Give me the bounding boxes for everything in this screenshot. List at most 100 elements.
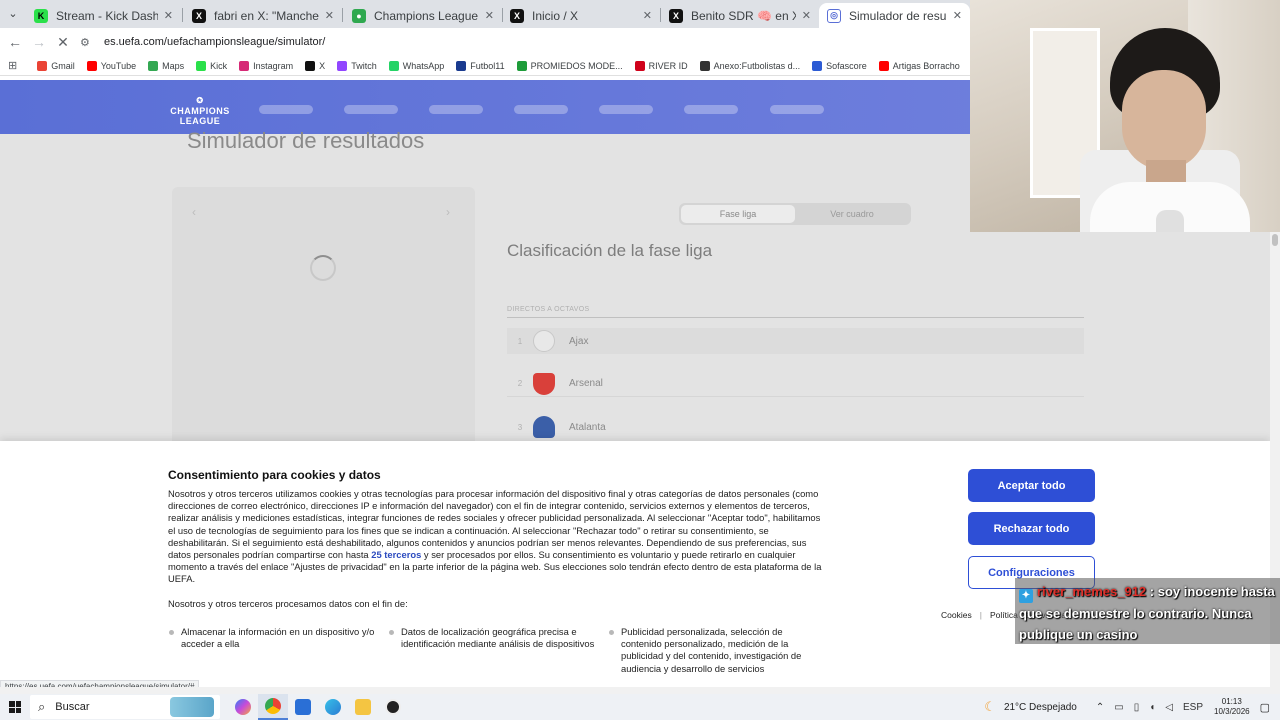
bookmark-item[interactable]: Artigas Borracho (878, 60, 960, 71)
nav-item-placeholder[interactable] (684, 105, 738, 114)
tab-x-inicio[interactable]: X Inicio / X ✕ (502, 3, 660, 28)
purpose-item: Publicidad personalizada, selección de c… (608, 626, 818, 675)
bookmark-item[interactable]: X (305, 60, 326, 71)
cookies-link[interactable]: Cookies (941, 610, 972, 620)
nav-item-placeholder[interactable] (259, 105, 313, 114)
close-tab-icon[interactable]: ✕ (643, 9, 652, 22)
bookmark-item[interactable]: Maps (148, 60, 184, 71)
microphone-icon[interactable]: ◖ (1149, 702, 1155, 713)
input-language[interactable]: ESP (1183, 702, 1203, 713)
bookmark-favicon-icon (699, 60, 710, 71)
bookmark-item[interactable]: YouTube (86, 60, 137, 71)
tab-title: Champions League - POSICIONES (374, 8, 479, 23)
tab-title: Simulador de resultados | UEFA (849, 8, 947, 23)
horizontal-scrollbar[interactable] (0, 687, 1280, 694)
toggle-fase-liga[interactable]: Fase liga (681, 205, 795, 223)
tab-kick-dashboard[interactable]: K Stream - Kick Dashboard ✕ (26, 3, 181, 28)
cookie-title: Consentimiento para cookies y datos (168, 468, 381, 482)
back-arrow-icon[interactable]: ← (7, 34, 23, 50)
next-matchday-icon[interactable]: › (446, 205, 450, 219)
promiedos-favicon-icon: ● (352, 8, 366, 23)
tab-search-chevron-icon[interactable]: ⌄ (6, 7, 20, 21)
close-tab-icon[interactable]: ✕ (325, 9, 334, 22)
tab-x-fabri[interactable]: X fabri en X: "Manchester City y la ✕ (184, 3, 342, 28)
volume-icon[interactable]: ◁ (1165, 702, 1173, 713)
tab-title: Benito SDR 🧠 en X: "HABLEN DE (691, 8, 796, 23)
bookmark-label: Futbol11 (470, 60, 505, 71)
search-icon: ⌕ (38, 699, 46, 714)
close-tab-icon[interactable]: ✕ (164, 9, 173, 22)
scrollbar-thumb[interactable] (1272, 234, 1278, 246)
bookmark-item[interactable]: Kick (196, 60, 227, 71)
standings-row[interactable]: 2 Arsenal (507, 371, 1084, 397)
third-parties-link[interactable]: 25 terceros (371, 549, 421, 560)
close-tab-icon[interactable]: ✕ (953, 9, 962, 22)
forward-arrow-icon[interactable]: → (31, 34, 47, 50)
site-info-icon[interactable]: ⚙ (80, 36, 94, 49)
file-explorer-icon[interactable] (348, 694, 378, 720)
toggle-ver-cuadro[interactable]: Ver cuadro (795, 205, 909, 223)
chrome-icon[interactable] (258, 694, 288, 720)
bookmark-favicon-icon (86, 60, 97, 71)
nav-item-placeholder[interactable] (514, 105, 568, 114)
nav-item-placeholder[interactable] (429, 105, 483, 114)
close-tab-icon[interactable]: ✕ (802, 9, 811, 22)
nav-item-placeholder[interactable] (344, 105, 398, 114)
microphone (1156, 210, 1184, 232)
bookmark-item[interactable]: Anexo:Futbolistas d... (699, 60, 800, 71)
bookmark-item[interactable]: Gmail (37, 60, 75, 71)
cookie-body: Nosotros y otros terceros utilizamos coo… (168, 488, 823, 586)
tab-simulador-uefa[interactable]: ◎ Simulador de resultados | UEFA ✕ (819, 3, 970, 28)
battery-icon[interactable]: ▯ (1134, 702, 1140, 713)
start-button[interactable] (0, 694, 30, 720)
taskbar: ⌕ Buscar ☾ 21°C Despejado ⌃ ▭ ▯ ◖ ◁ ESP … (0, 694, 1280, 720)
standings-row[interactable]: 1 Ajax (507, 328, 1084, 354)
nav-item-placeholder[interactable] (599, 105, 653, 114)
tab-x-benito[interactable]: X Benito SDR 🧠 en X: "HABLEN DE ✕ (661, 3, 819, 28)
chat-message-overlay: ✦ river_memes_912 : soy inocente hasta qu… (1015, 578, 1280, 644)
bookmark-label: RIVER ID (648, 60, 688, 71)
obs-icon[interactable] (378, 694, 408, 720)
previous-matchday-icon[interactable]: ‹ (192, 205, 196, 219)
bookmark-item[interactable]: RIVER ID (634, 60, 688, 71)
nav-item-placeholder[interactable] (770, 105, 824, 114)
webcam-overlay (970, 0, 1280, 232)
weather-widget[interactable]: ☾ 21°C Despejado (984, 699, 1077, 715)
stop-loading-icon[interactable]: ✕ (55, 34, 71, 50)
bookmark-item[interactable]: Instagram (239, 60, 294, 71)
logo-line1: CHAMPIONS (170, 106, 230, 116)
chevron-up-icon[interactable]: ⌃ (1096, 702, 1104, 713)
bookmark-label: Artigas Borracho (892, 60, 960, 71)
clock[interactable]: 01:13 10/3/2026 (1214, 697, 1250, 717)
edge-icon[interactable] (318, 694, 348, 720)
bookmark-label: PROMIEDOS MODE... (530, 60, 623, 71)
notifications-icon[interactable]: ▢ (1260, 701, 1270, 714)
copilot-icon[interactable] (228, 694, 258, 720)
ajax-crest-icon (533, 330, 555, 352)
tab-champions-posiciones[interactable]: ● Champions League - POSICIONES ✕ (344, 3, 502, 28)
chat-badge-icon: ✦ (1019, 589, 1033, 603)
bookmark-favicon-icon (812, 60, 823, 71)
tab-separator (182, 8, 183, 22)
bookmark-label: Instagram (253, 60, 294, 71)
bookmark-item[interactable]: Futbol11 (456, 60, 505, 71)
standings-row[interactable]: 3 Atalanta (507, 414, 1084, 440)
accept-all-button[interactable]: Aceptar todo (968, 469, 1095, 502)
network-icon[interactable]: ▭ (1114, 702, 1123, 713)
search-highlight-image (170, 697, 214, 717)
champions-league-logo[interactable]: ✪ CHAMPIONS LEAGUE (170, 96, 230, 126)
taskbar-search[interactable]: ⌕ Buscar (30, 695, 220, 719)
address-bar[interactable]: ⚙ es.uefa.com/uefachampionsleague/simula… (80, 31, 960, 53)
bookmark-item[interactable]: PROMIEDOS MODE... (516, 60, 623, 71)
close-tab-icon[interactable]: ✕ (485, 9, 494, 22)
store-icon[interactable] (288, 694, 318, 720)
bookmark-label: YouTube (100, 60, 137, 71)
system-tray: ☾ 21°C Despejado ⌃ ▭ ▯ ◖ ◁ ESP 01:13 10/… (984, 694, 1280, 720)
bookmark-item[interactable]: WhatsApp (388, 60, 444, 71)
bookmark-item[interactable]: Sofascore (812, 60, 867, 71)
reject-all-button[interactable]: Rechazar todo (968, 512, 1095, 545)
cookie-consent-banner: Consentimiento para cookies y datos Noso… (0, 441, 1270, 687)
apps-grid-icon[interactable]: ⊞ (8, 59, 17, 72)
bookmark-item[interactable]: Twitch (337, 60, 377, 71)
bookmark-label: X (319, 60, 326, 71)
